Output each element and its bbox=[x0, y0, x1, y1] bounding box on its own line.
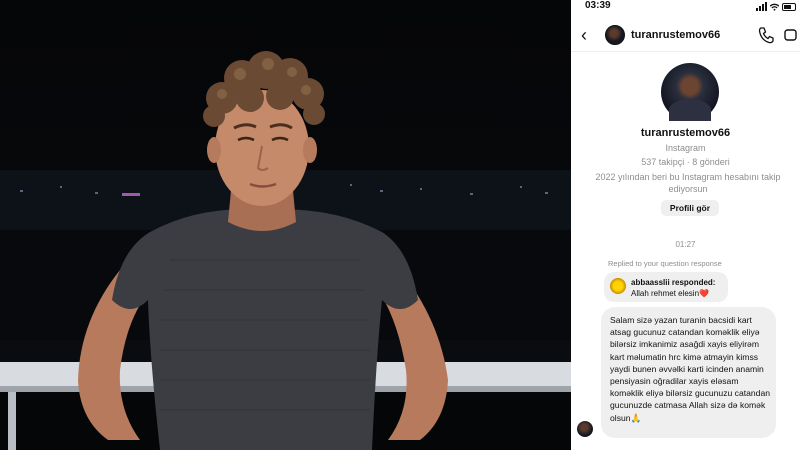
header-avatar[interactable] bbox=[605, 25, 625, 45]
signal-icon bbox=[756, 2, 767, 11]
battery-icon bbox=[782, 3, 796, 11]
replied-story-card[interactable]: abbaasslii responded: Allah rehmet elesi… bbox=[604, 272, 728, 302]
shirt bbox=[112, 209, 418, 450]
status-bar: 03:39 bbox=[571, 0, 800, 14]
view-profile-button[interactable]: Profili gör bbox=[661, 200, 719, 216]
video-camera-icon[interactable] bbox=[784, 28, 800, 42]
sender-avatar[interactable] bbox=[577, 421, 593, 437]
status-icons bbox=[756, 2, 796, 11]
status-time: 03:39 bbox=[585, 0, 611, 11]
profile-platform: Instagram bbox=[665, 143, 706, 153]
portrait-photo bbox=[0, 51, 571, 450]
reply-card-user: abbaasslii responded: bbox=[631, 278, 716, 287]
profile-username: turanrustemov66 bbox=[640, 127, 731, 139]
profile-avatar[interactable] bbox=[661, 63, 719, 121]
railing-post bbox=[8, 392, 16, 450]
replied-label: Replied to your question response bbox=[608, 259, 722, 268]
message-text: Salam sizə yazan turanin bacsidi kart at… bbox=[610, 315, 771, 423]
left-ear bbox=[207, 137, 221, 163]
chat-header: ‹ turanrustemov66 bbox=[571, 20, 800, 52]
profile-follow-since: 2022 yılından beri bu Instagram hesabını… bbox=[595, 172, 781, 194]
header-username[interactable]: turanrustemov66 bbox=[631, 29, 720, 41]
message-timestamp: 01:27 bbox=[675, 240, 696, 249]
chevron-left-icon[interactable]: ‹ bbox=[581, 26, 597, 44]
message-bubble[interactable]: Salam sizə yazan turanin bacsidi kart at… bbox=[601, 307, 776, 438]
boat-light bbox=[122, 193, 140, 196]
right-ear bbox=[303, 137, 317, 163]
instagram-dm-screen: 03:39 ‹ turanrustemov66 turanrustemov66 … bbox=[571, 0, 800, 450]
question-sticker-icon bbox=[610, 278, 626, 294]
reply-card-text: Allah rehmet elesin❤️ bbox=[631, 289, 709, 298]
wifi-icon bbox=[770, 3, 779, 11]
profile-stats: 537 takipçi · 8 gönderi bbox=[641, 157, 730, 167]
photo-panel bbox=[0, 0, 571, 450]
phone-icon[interactable] bbox=[758, 26, 774, 44]
